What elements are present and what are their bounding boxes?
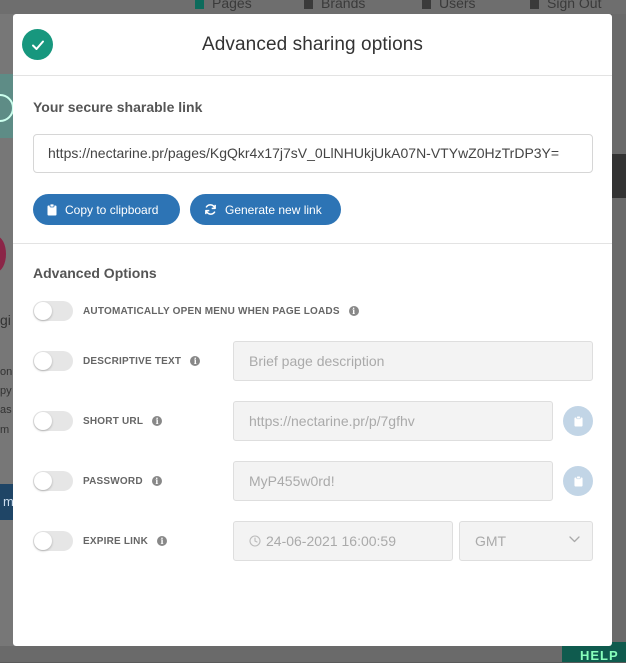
descriptive-text-field[interactable]: Brief page description	[233, 341, 593, 381]
clipboard-icon	[573, 475, 583, 486]
option-descriptive-text: DESCRIPTIVE TEXT i	[33, 351, 201, 371]
nav-item-users[interactable]: Users	[422, 0, 476, 11]
option-password: PASSWORD i	[33, 471, 162, 491]
sign-out-icon	[530, 0, 539, 9]
sharable-link-section: Your secure sharable link https://nectar…	[13, 76, 612, 244]
descriptive-text-toggle[interactable]	[33, 351, 73, 371]
clock-icon	[249, 535, 261, 547]
background-text: py	[0, 385, 12, 397]
nav-item-sign-out[interactable]: Sign Out	[530, 0, 601, 11]
background-bar	[612, 154, 626, 198]
background-button: m	[0, 484, 14, 520]
short-url-toggle[interactable]	[33, 411, 73, 431]
background-text: gi	[0, 312, 11, 328]
copy-short-url-button[interactable]	[563, 406, 593, 436]
brands-icon	[304, 0, 313, 9]
option-expire-link: EXPIRE LINK i	[33, 531, 167, 551]
password-field[interactable]: MyP455w0rd!	[233, 461, 553, 501]
background-text: on	[0, 366, 13, 378]
refresh-icon	[205, 204, 216, 215]
info-icon[interactable]: i	[157, 536, 167, 546]
info-icon[interactable]: i	[348, 306, 359, 316]
auto-open-toggle[interactable]	[33, 301, 73, 321]
option-short-url: SHORT URL i	[33, 411, 163, 431]
pages-icon	[195, 0, 204, 9]
generate-button-label: Generate new link	[225, 202, 322, 217]
background-avatar	[0, 236, 6, 272]
info-icon[interactable]: i	[152, 416, 163, 426]
advanced-sharing-modal: Advanced sharing options Your secure sha…	[13, 14, 612, 646]
sharable-link-label: Your secure sharable link	[33, 99, 203, 115]
background-nav: Pages Brands Users Sign Out	[0, 0, 626, 14]
copy-button-label: Copy to clipboard	[65, 202, 159, 217]
background-bottom-strip	[0, 646, 626, 662]
expire-link-label: EXPIRE LINK	[83, 535, 148, 547]
background-left-strip: gi on py as m m	[0, 14, 14, 662]
clipboard-icon	[47, 203, 57, 215]
copy-to-clipboard-button[interactable]: Copy to clipboard	[33, 194, 180, 225]
info-icon[interactable]: i	[151, 476, 162, 486]
short-url-label: SHORT URL	[83, 415, 144, 427]
expire-datetime-field[interactable]: 24-06-2021 16:00:59	[233, 521, 453, 561]
modal-title: Advanced sharing options	[201, 34, 424, 55]
chevron-down-icon	[569, 536, 580, 543]
background-text: m	[0, 424, 10, 436]
timezone-select[interactable]: GMT	[459, 521, 593, 561]
background-right-strip	[612, 14, 626, 662]
password-toggle[interactable]	[33, 471, 73, 491]
modal-header: Advanced sharing options	[13, 14, 612, 76]
auto-open-label: AUTOMATICALLY OPEN MENU WHEN PAGE LOADS	[83, 305, 340, 317]
copy-password-button[interactable]	[563, 466, 593, 496]
generate-new-link-button[interactable]: Generate new link	[190, 194, 341, 225]
background-text: as	[0, 404, 12, 416]
short-url-field[interactable]: https://nectarine.pr/p/7gfhv	[233, 401, 553, 441]
expire-link-toggle[interactable]	[33, 531, 73, 551]
password-label: PASSWORD	[83, 475, 143, 487]
advanced-options-label: Advanced Options	[33, 265, 157, 281]
info-icon[interactable]: i	[190, 356, 201, 366]
nav-item-brands[interactable]: Brands	[304, 0, 365, 11]
descriptive-text-label: DESCRIPTIVE TEXT	[83, 355, 182, 367]
user-icon	[422, 0, 431, 9]
option-auto-open: AUTOMATICALLY OPEN MENU WHEN PAGE LOADS …	[33, 301, 359, 321]
sharable-link-field[interactable]: https://nectarine.pr/pages/KgQkr4x17j7sV…	[33, 134, 593, 173]
nav-item-pages[interactable]: Pages	[195, 0, 252, 11]
clipboard-icon	[573, 415, 583, 426]
expire-datetime-value: 24-06-2021 16:00:59	[266, 533, 396, 549]
timezone-value: GMT	[475, 533, 507, 549]
